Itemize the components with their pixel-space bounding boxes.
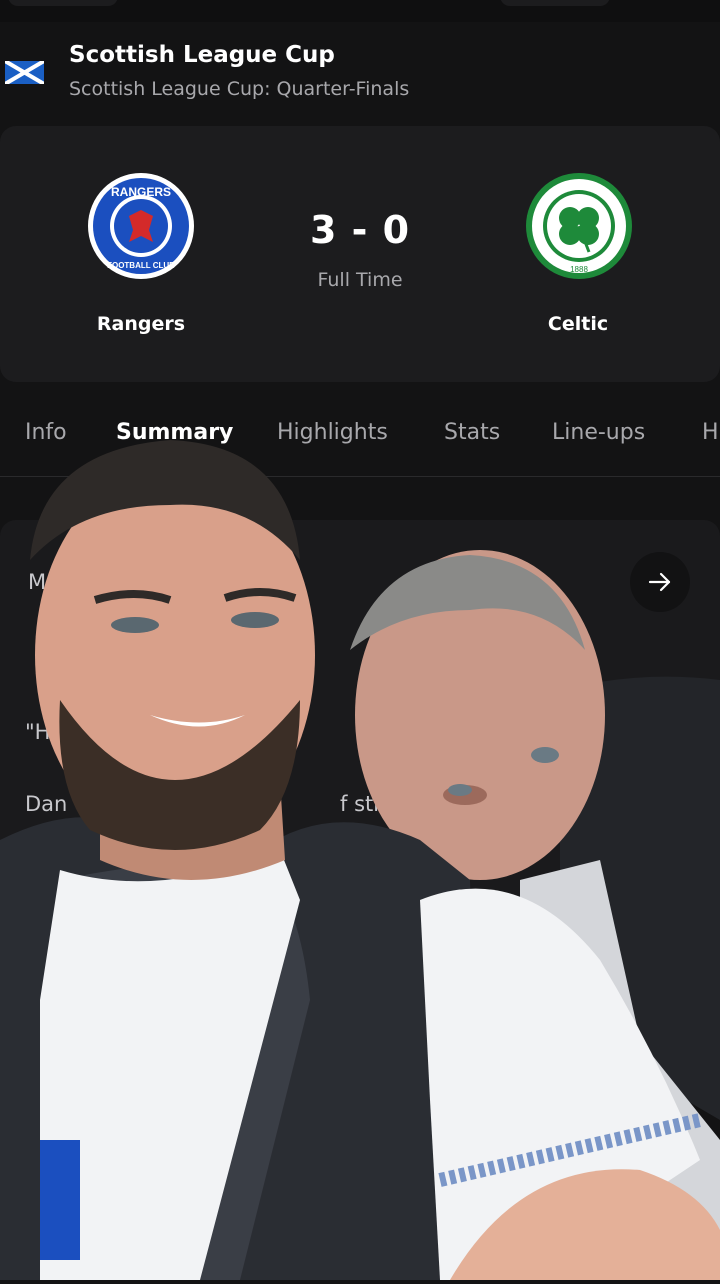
selfie-photo-overlay: [0, 0, 720, 1280]
